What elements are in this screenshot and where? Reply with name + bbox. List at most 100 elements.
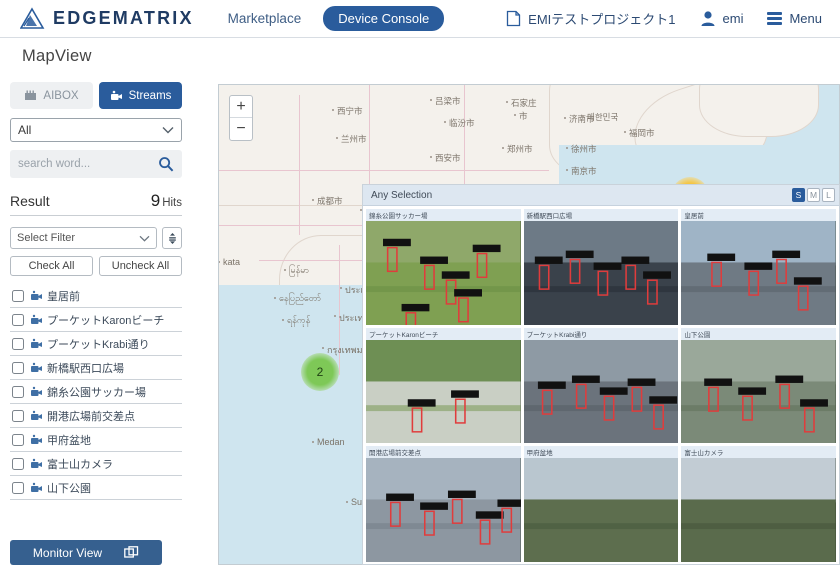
user-menu[interactable]: emi (700, 10, 744, 27)
result-summary: Result 9 Hits (10, 191, 182, 216)
camera-list-item[interactable]: 錦糸公園サッカー場 (10, 380, 182, 404)
edgematrix-logo-icon (20, 7, 46, 31)
camera-list-item[interactable]: 皇居前 (10, 284, 182, 308)
nav-marketplace[interactable]: Marketplace (228, 11, 302, 26)
select-filter-dropdown[interactable]: Select Filter (10, 227, 157, 249)
camera-icon (110, 90, 123, 101)
camera-name: プーケットKrabi通り (47, 336, 150, 352)
tab-aibox-label: AIBOX (43, 90, 78, 102)
main-menu-button[interactable]: Menu (767, 11, 822, 26)
monitor-view-label: Monitor View (33, 546, 102, 560)
map-place-dot (506, 101, 508, 103)
map-border-1 (299, 95, 300, 235)
map-border-4 (219, 170, 549, 171)
tab-aibox[interactable]: AIBOX (10, 82, 93, 109)
source-type-tabs: AIBOX Streams (10, 82, 182, 109)
chevron-down-icon (139, 235, 150, 242)
tile-size-button-m[interactable]: M (807, 188, 820, 202)
camera-list-item[interactable]: 富士山カメラ (10, 452, 182, 476)
video-tile-caption: 甲府盆地 (524, 446, 679, 458)
video-tile-stream[interactable] (366, 458, 521, 562)
search-icon[interactable] (158, 156, 174, 172)
video-frame (681, 221, 836, 325)
video-tile[interactable]: プーケットKrabi通り (524, 328, 679, 444)
camera-list-item[interactable]: プーケットKrabi通り (10, 332, 182, 356)
map-zoom-out-button[interactable]: − (230, 118, 252, 140)
video-frame (681, 340, 836, 444)
video-frame (524, 340, 679, 444)
camera-checkbox[interactable] (12, 338, 24, 350)
camera-checkbox[interactable] (12, 386, 24, 398)
video-tile-stream[interactable] (366, 340, 521, 444)
video-tile-caption: 皇居前 (681, 209, 836, 221)
camera-checkbox[interactable] (12, 314, 24, 326)
map-place-dot (334, 315, 336, 317)
video-tile[interactable]: 新橋駅西口広場 (524, 209, 679, 325)
camera-checkbox[interactable] (12, 290, 24, 302)
result-unit: Hits (162, 197, 182, 209)
video-tile-stream[interactable] (524, 340, 679, 444)
video-tile-caption: 錦糸公園サッカー場 (366, 209, 521, 221)
map-place-dot (514, 114, 516, 116)
map-cluster-marker-2[interactable]: 2 (301, 353, 339, 391)
video-tile-caption: 山下公園 (681, 328, 836, 340)
check-all-button[interactable]: Check All (10, 256, 93, 276)
map-zoom-controls: + − (229, 95, 253, 141)
video-tile[interactable]: 甲府盆地 (524, 446, 679, 562)
map-place-dot (274, 297, 276, 299)
camera-icon (30, 314, 43, 325)
video-tile-stream[interactable] (524, 458, 679, 562)
map-place-dot (322, 347, 324, 349)
tab-streams[interactable]: Streams (99, 82, 182, 109)
map-place-label: 石家庄 (511, 97, 537, 109)
video-tile-stream[interactable] (366, 221, 521, 325)
video-tile[interactable]: プーケットKaronビーチ (366, 328, 521, 444)
video-tile[interactable]: 錦糸公園サッカー場 (366, 209, 521, 325)
video-tile-caption: 新橋駅西口広場 (524, 209, 679, 221)
camera-list-item[interactable]: 甲府盆地 (10, 428, 182, 452)
sort-order-button[interactable] (162, 227, 182, 249)
map-zoom-in-button[interactable]: + (230, 96, 252, 118)
video-tile[interactable]: 富士山カメラ (681, 446, 836, 562)
camera-checkbox[interactable] (12, 362, 24, 374)
camera-icon (30, 338, 43, 349)
camera-list-item[interactable]: 新橋駅西口広場 (10, 356, 182, 380)
project-selector[interactable]: EMIテストプロジェクト1 (506, 9, 675, 28)
video-panel-title: Any Selection (371, 190, 432, 201)
map-place-dot (566, 147, 568, 149)
camera-checkbox[interactable] (12, 482, 24, 494)
camera-checkbox[interactable] (12, 434, 24, 446)
map-place-dot (282, 319, 284, 321)
nav-device-console[interactable]: Device Console (323, 6, 444, 31)
sidebar: AIBOX Streams All search word... (10, 82, 182, 500)
map-place-label: နေပြည်တော် (279, 293, 321, 306)
camera-list-item[interactable]: プーケットKaronビーチ (10, 308, 182, 332)
camera-checkbox[interactable] (12, 410, 24, 422)
map-place-dot (312, 441, 314, 443)
video-tile-stream[interactable] (524, 221, 679, 325)
app-header: EDGEMATRIX Marketplace Device Console EM… (0, 0, 840, 38)
menu-label: Menu (789, 11, 822, 26)
search-input[interactable]: search word... (10, 150, 182, 178)
type-filter-select[interactable]: All (10, 118, 182, 142)
video-tile-stream[interactable] (681, 340, 836, 444)
brand-logo[interactable]: EDGEMATRIX (20, 7, 194, 31)
video-frame (366, 458, 521, 562)
map-place-label: 吕梁市 (435, 95, 461, 107)
camera-checkbox[interactable] (12, 458, 24, 470)
video-panel: Any Selection SML 錦糸公園サッカー場新橋駅西口広場皇居前プーケ… (362, 184, 840, 565)
map-place-label: မြန်မာ (289, 265, 309, 278)
camera-list-item[interactable]: 山下公園 (10, 476, 182, 500)
video-tile-stream[interactable] (681, 221, 836, 325)
video-tile[interactable]: 山下公園 (681, 328, 836, 444)
video-tile-stream[interactable] (681, 458, 836, 562)
uncheck-all-button[interactable]: Uncheck All (99, 256, 182, 276)
monitor-view-button[interactable]: Monitor View (10, 540, 162, 565)
video-panel-header: Any Selection SML (363, 185, 839, 206)
video-tile[interactable]: 皇居前 (681, 209, 836, 325)
camera-list-item[interactable]: 開港広場前交差点 (10, 404, 182, 428)
tile-size-button-s[interactable]: S (792, 188, 805, 202)
tile-size-button-l[interactable]: L (822, 188, 835, 202)
video-tile[interactable]: 開港広場前交差点 (366, 446, 521, 562)
video-frame (366, 221, 521, 325)
